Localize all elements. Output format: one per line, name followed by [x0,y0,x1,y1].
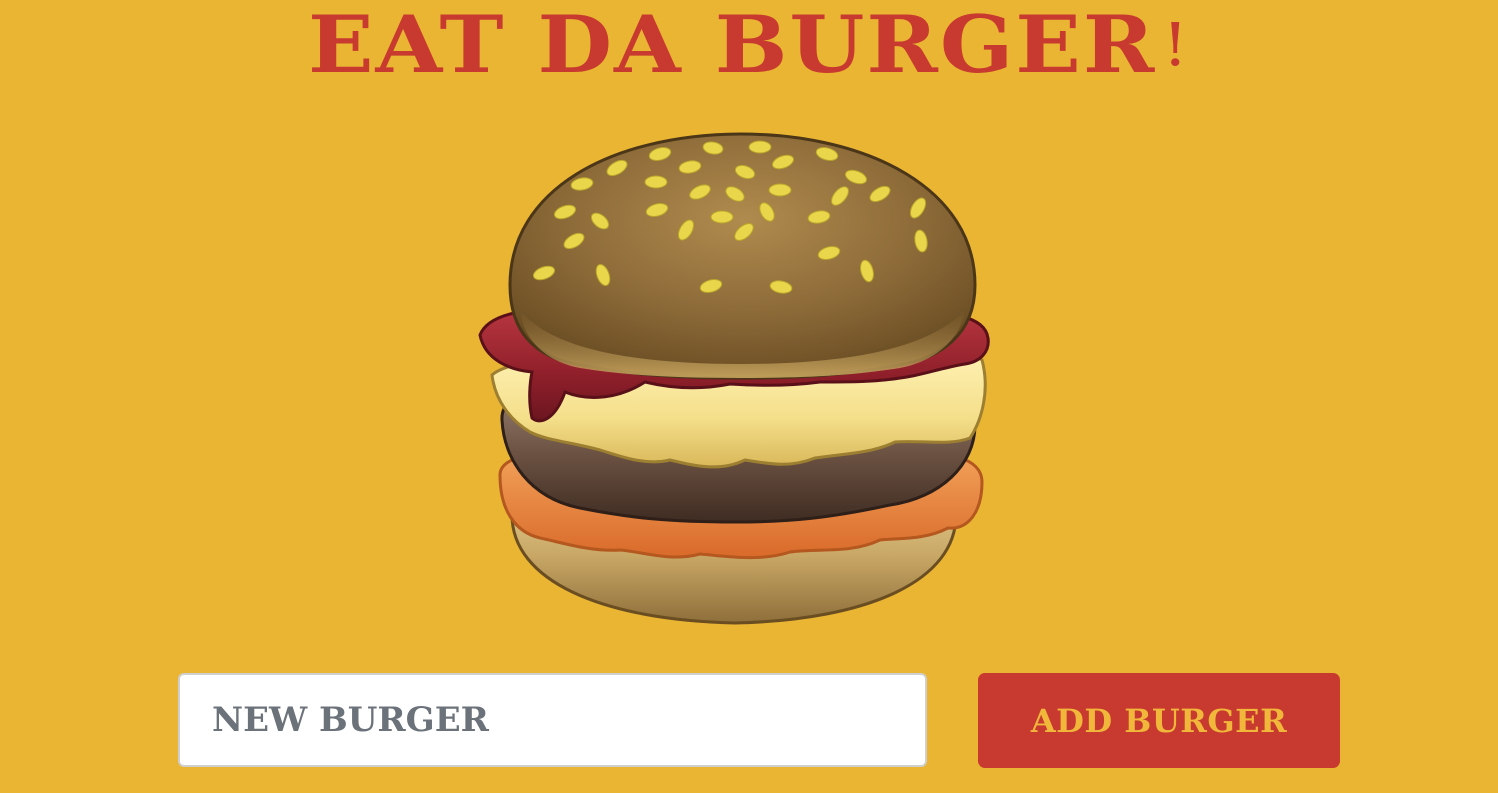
new-burger-input[interactable] [180,675,925,765]
add-burger-button[interactable]: ADD BURGER [978,673,1340,768]
page-title: EAT DA BURGER! [0,6,1498,85]
page-title-text: EAT DA BURGER [307,0,1157,92]
page-title-exclamation: ! [1162,11,1191,80]
new-burger-field[interactable] [178,673,927,767]
burger-illustration [478,132,990,625]
